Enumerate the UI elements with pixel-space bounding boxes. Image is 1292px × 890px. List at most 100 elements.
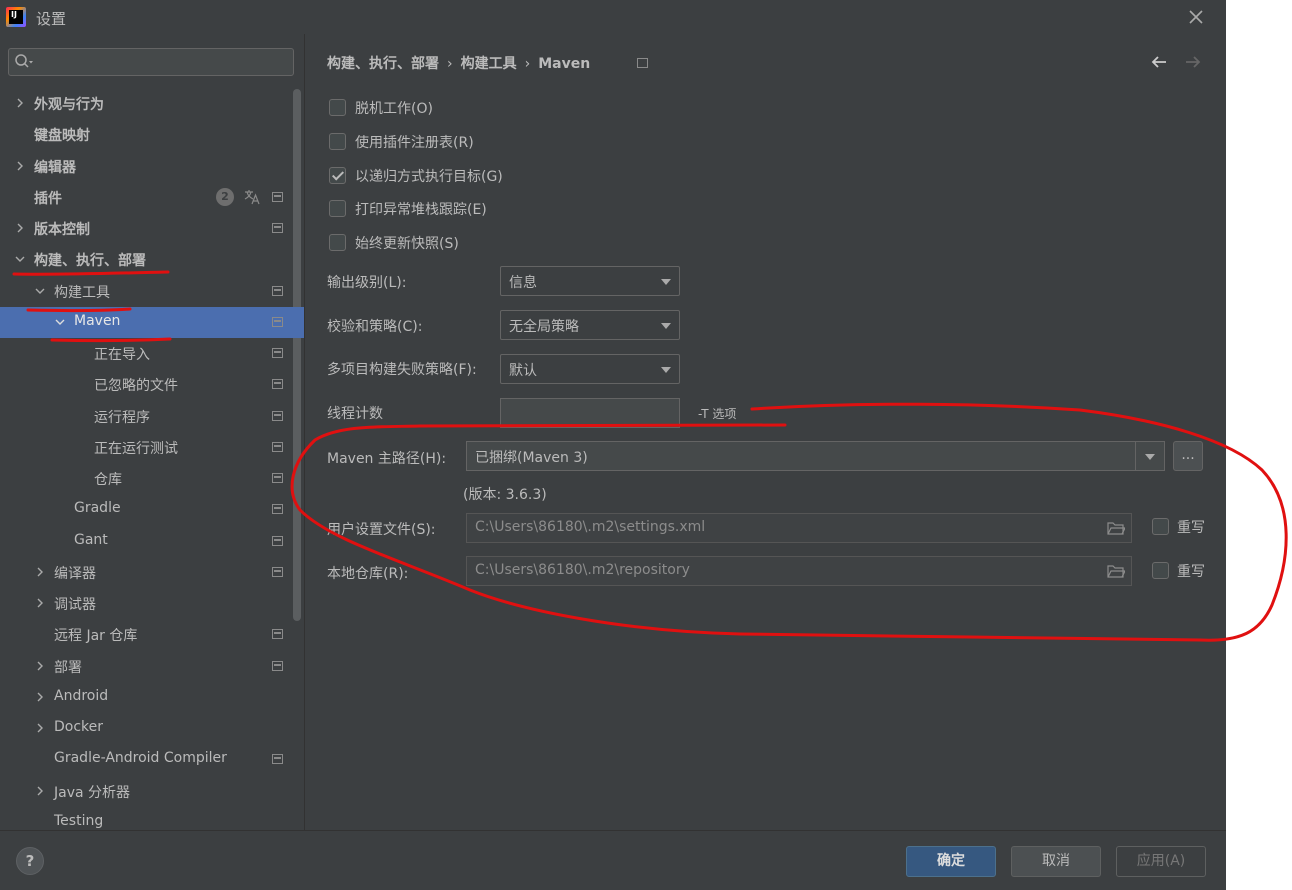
sidebar-item-gradle-android-compiler[interactable]: Gradle-Android Compiler [0,744,290,775]
chevron-right-icon[interactable] [34,722,46,734]
recursive-checkbox[interactable] [329,167,346,184]
recursive-label: 以递归方式执行目标(G) [355,169,503,185]
sidebar-item-repositories[interactable]: 仓库 [0,463,290,494]
project-level-icon [272,661,283,671]
chevron-right-icon[interactable] [34,660,46,672]
close-icon[interactable] [1186,7,1206,27]
sidebar-scrollbar-thumb[interactable] [293,89,301,621]
sidebar-item-maven[interactable]: Maven [0,307,304,338]
output-level-value: 信息 [509,275,537,291]
sidebar-item-plugins[interactable]: 插件 2 [0,182,290,213]
folder-icon[interactable] [1107,521,1125,535]
user-settings-override-label: 重写 [1177,520,1205,536]
chevron-right-icon[interactable] [34,597,46,609]
sidebar-item-label: 编译器 [54,566,96,582]
search-box[interactable] [8,48,294,76]
fail-policy-value: 默认 [509,363,537,379]
sidebar-item-ignored-files[interactable]: 已忽略的文件 [0,369,290,400]
sidebar-item-deployment[interactable]: 部署 [0,651,290,682]
sidebar-item-testing[interactable]: Testing [0,807,290,830]
sidebar-item-editor[interactable]: 编辑器 [0,151,290,182]
chevron-right-icon[interactable] [34,566,46,578]
maven-home-combobox[interactable]: 已捆绑(Maven 3) [466,441,1165,471]
sidebar-item-docker[interactable]: Docker [0,713,290,744]
sidebar-item-debugger[interactable]: 调试器 [0,588,290,619]
offline-checkbox[interactable] [329,99,346,116]
sidebar-item-vcs[interactable]: 版本控制 [0,213,290,244]
chevron-right-icon[interactable] [34,691,46,703]
sidebar-item-compiler[interactable]: 编译器 [0,557,290,588]
sidebar-item-keymap[interactable]: 键盘映射 [0,119,290,150]
translate-icon [244,190,260,205]
project-level-icon [272,223,283,233]
sidebar-item-running-tests[interactable]: 正在运行测试 [0,432,290,463]
sidebar-item-label: 编辑器 [34,160,76,176]
folder-icon[interactable] [1107,564,1125,578]
chevron-right-icon[interactable] [14,222,26,234]
help-button[interactable]: ? [16,847,44,875]
chevron-down-icon[interactable] [34,285,46,297]
always-update-label: 始终更新快照(S) [355,236,459,252]
user-settings-value: C:\Users\86180\.m2\settings.xml [475,519,706,535]
thread-count-label: 线程计数 [327,406,383,422]
maven-home-browse-button[interactable]: ... [1173,441,1203,471]
thread-count-input[interactable] [500,398,680,428]
sidebar-scrollbar[interactable] [291,89,302,621]
sidebar-item-build-execution-deployment[interactable]: 构建、执行、部署 [0,244,290,275]
sidebar-item-importing[interactable]: 正在导入 [0,338,290,369]
print-stacktrace-checkbox[interactable] [329,200,346,217]
sidebar-item-label: Testing [54,813,104,829]
sidebar-item-label: Gant [74,532,108,548]
chevron-right-icon[interactable] [14,160,26,172]
local-repo-override-label: 重写 [1177,564,1205,580]
checksum-policy-select[interactable]: 无全局策略 [500,310,680,340]
output-level-select[interactable]: 信息 [500,266,680,296]
settings-dialog: IJ 设置 外观与行为 键盘映射 编辑器 插件 2 版本控制 构建、执行、部署 … [0,0,1226,890]
sidebar-item-label: Gradle-Android Compiler [54,750,227,766]
fail-policy-select[interactable]: 默认 [500,354,680,384]
breadcrumb-build-tools[interactable]: 构建工具 [461,56,517,72]
dropdown-arrow-icon[interactable] [1145,454,1155,460]
dropdown-arrow-icon [661,279,671,285]
sidebar-item-android[interactable]: Android [0,682,290,713]
chevron-down-icon[interactable] [14,253,26,265]
checksum-policy-label: 校验和策略(C): [327,319,423,335]
project-level-icon [272,379,283,389]
breadcrumb-build-execution-deployment[interactable]: 构建、执行、部署 [327,56,439,72]
always-update-checkbox[interactable] [329,234,346,251]
local-repo-field[interactable]: C:\Users\86180\.m2\repository [466,556,1132,586]
sidebar-item-label: 外观与行为 [34,97,104,113]
fail-policy-label: 多项目构建失败策略(F): [327,362,477,378]
search-icon [15,54,33,68]
sidebar-item-build-tools[interactable]: 构建工具 [0,276,290,307]
sidebar-item-runner[interactable]: 运行程序 [0,401,290,432]
sidebar-item-appearance[interactable]: 外观与行为 [0,88,290,119]
project-level-icon [272,442,283,452]
sidebar-item-java-profiler[interactable]: Java 分析器 [0,776,290,807]
ok-button[interactable]: 确定 [906,846,996,877]
sidebar-item-label: 构建、执行、部署 [34,253,146,269]
offline-label: 脱机工作(O) [355,101,433,117]
thread-count-hint: -T 选项 [698,407,737,421]
user-settings-field[interactable]: C:\Users\86180\.m2\settings.xml [466,513,1132,543]
project-level-icon [272,567,283,577]
plugin-registry-checkbox[interactable] [329,133,346,150]
back-arrow-icon[interactable] [1149,52,1169,72]
dropdown-arrow-icon [661,367,671,373]
sidebar-item-gradle[interactable]: Gradle [0,494,290,525]
window-title: 设置 [36,10,67,28]
settings-sidebar: 外观与行为 键盘映射 编辑器 插件 2 版本控制 构建、执行、部署 构建工具 M… [0,34,304,830]
local-repo-label: 本地仓库(R): [327,566,409,582]
chevron-down-icon[interactable] [54,316,66,328]
chevron-right-icon[interactable] [14,97,26,109]
sidebar-item-gant[interactable]: Gant [0,526,290,557]
chevron-right-icon[interactable] [34,785,46,797]
user-settings-override-checkbox[interactable] [1152,518,1169,535]
local-repo-override-checkbox[interactable] [1152,562,1169,579]
cancel-button[interactable]: 取消 [1011,846,1101,877]
forward-arrow-icon[interactable] [1183,52,1203,72]
sidebar-item-remote-jar-repositories[interactable]: 远程 Jar 仓库 [0,619,290,650]
plugins-update-badge: 2 [216,188,234,206]
apply-button[interactable]: 应用(A) [1116,846,1206,877]
search-input[interactable] [37,51,287,73]
